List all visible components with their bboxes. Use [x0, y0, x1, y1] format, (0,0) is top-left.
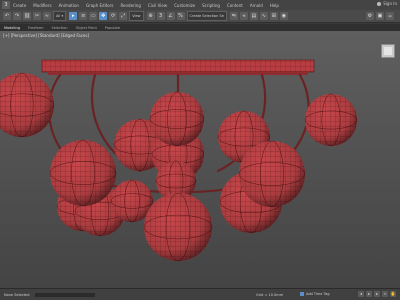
render-frame-icon[interactable]: ▣ — [376, 12, 384, 20]
user-icon — [377, 1, 382, 6]
chandelier-model[interactable] — [0, 31, 400, 288]
add-time-tag-button[interactable]: Add Time Tag — [300, 292, 330, 296]
schematic-icon[interactable]: ⊞ — [269, 12, 278, 20]
timeline-slider[interactable] — [35, 292, 96, 297]
sign-in-label: Sign In — [383, 1, 397, 6]
view-dropdown[interactable]: View — [129, 11, 144, 21]
ribbon-tabs: Modeling Freeform Selection Object Paint… — [0, 24, 400, 31]
sign-in-button[interactable]: Sign In — [377, 1, 397, 6]
render-controls: ⚙ ▣ ☕ — [366, 12, 396, 20]
next-frame-icon[interactable]: ▸ — [374, 291, 380, 297]
angle-snap-icon[interactable]: ∠ — [166, 12, 175, 20]
percent-snap-icon[interactable]: % — [176, 12, 185, 20]
menu-arnold[interactable]: Arnold — [250, 3, 263, 8]
app-logo-icon: 3 — [2, 1, 10, 9]
render-setup-icon[interactable]: ⚙ — [366, 12, 374, 20]
menu-civil-view[interactable]: Civil View — [148, 3, 167, 8]
curve-editor-icon[interactable]: ∿ — [259, 12, 268, 20]
select-by-name-icon[interactable]: ≡ — [79, 12, 88, 20]
menu-bar: 3 Create Modifiers Animation Graph Edito… — [0, 0, 400, 10]
rect-select-icon[interactable]: ▭ — [89, 12, 98, 20]
layer-icon[interactable]: ▤ — [249, 12, 258, 20]
sphere-14 — [143, 192, 213, 262]
menu-create[interactable]: Create — [13, 3, 26, 8]
tab-object-paint[interactable]: Object Paint — [76, 26, 97, 30]
sphere-10 — [149, 91, 205, 147]
zoom-icon[interactable]: ⌕ — [382, 291, 388, 297]
render-icon[interactable]: ☕ — [386, 12, 394, 20]
scale-icon[interactable]: ⤢ — [119, 12, 128, 20]
menu-customize[interactable]: Customize — [174, 3, 195, 8]
status-bar: None Selected Grid = 10.0mm Add Time Tag… — [0, 288, 400, 300]
play-icon[interactable]: ▸ — [366, 291, 372, 297]
material-editor-icon[interactable]: ◉ — [279, 12, 288, 20]
grid-readout: Grid = 10.0mm — [256, 293, 284, 297]
menu-help[interactable]: Help — [270, 3, 279, 8]
selection-filter-dropdown[interactable]: All ▾ — [53, 11, 67, 21]
sphere-13 — [238, 140, 306, 208]
link-icon[interactable]: ⛓ — [23, 12, 31, 20]
tab-freeform[interactable]: Freeform — [28, 26, 44, 30]
mirror-icon[interactable]: ⇋ — [229, 12, 238, 20]
tab-selection[interactable]: Selection — [52, 26, 68, 30]
pivot-icon[interactable]: ⊕ — [146, 12, 155, 20]
menu-content[interactable]: Content — [227, 3, 243, 8]
pan-icon[interactable]: ✋ — [390, 291, 396, 297]
time-tag-icon — [300, 292, 304, 296]
select-object-icon[interactable]: ▸ — [69, 12, 78, 20]
bind-icon[interactable]: ≈ — [43, 12, 51, 20]
prev-frame-icon[interactable]: ◂ — [358, 291, 364, 297]
redo-icon[interactable]: ↷ — [13, 12, 21, 20]
time-tag-label: Add Time Tag — [306, 292, 330, 296]
menu-scripting[interactable]: Scripting — [202, 3, 220, 8]
sphere-2 — [304, 93, 358, 147]
perspective-viewport[interactable]: [+] [Perspective] [Standard] [Edged Face… — [0, 31, 400, 288]
sphere-1 — [0, 72, 55, 138]
unlink-icon[interactable]: ✂ — [33, 12, 41, 20]
main-toolbar: ↶ ↷ ⛓ ✂ ≈ All ▾ ▸ ≡ ▭ ✥ ⟳ ⤢ View ⊕ 3 ∠ %… — [0, 10, 400, 23]
snap-icon[interactable]: 3 — [156, 12, 165, 20]
selection-status: None Selected — [4, 292, 30, 297]
menu-animation[interactable]: Animation — [59, 3, 79, 8]
rotate-icon[interactable]: ⟳ — [109, 12, 118, 20]
tab-populate[interactable]: Populate — [105, 26, 120, 30]
move-icon[interactable]: ✥ — [99, 12, 108, 20]
align-icon[interactable]: ⫷ — [239, 12, 248, 20]
sphere-12 — [49, 139, 117, 207]
tab-modeling[interactable]: Modeling — [4, 26, 20, 30]
named-selection-dropdown[interactable]: Create Selection Se — [186, 11, 227, 21]
undo-icon[interactable]: ↶ — [3, 12, 11, 20]
ceiling-bar-wire — [42, 60, 314, 72]
menu-rendering[interactable]: Rendering — [120, 3, 140, 8]
menu-graph-editors[interactable]: Graph Editors — [86, 3, 113, 8]
menu-modifiers[interactable]: Modifiers — [33, 3, 51, 8]
playback-controls: ◂ ▸ ▸ ⌕ ✋ — [356, 291, 396, 297]
